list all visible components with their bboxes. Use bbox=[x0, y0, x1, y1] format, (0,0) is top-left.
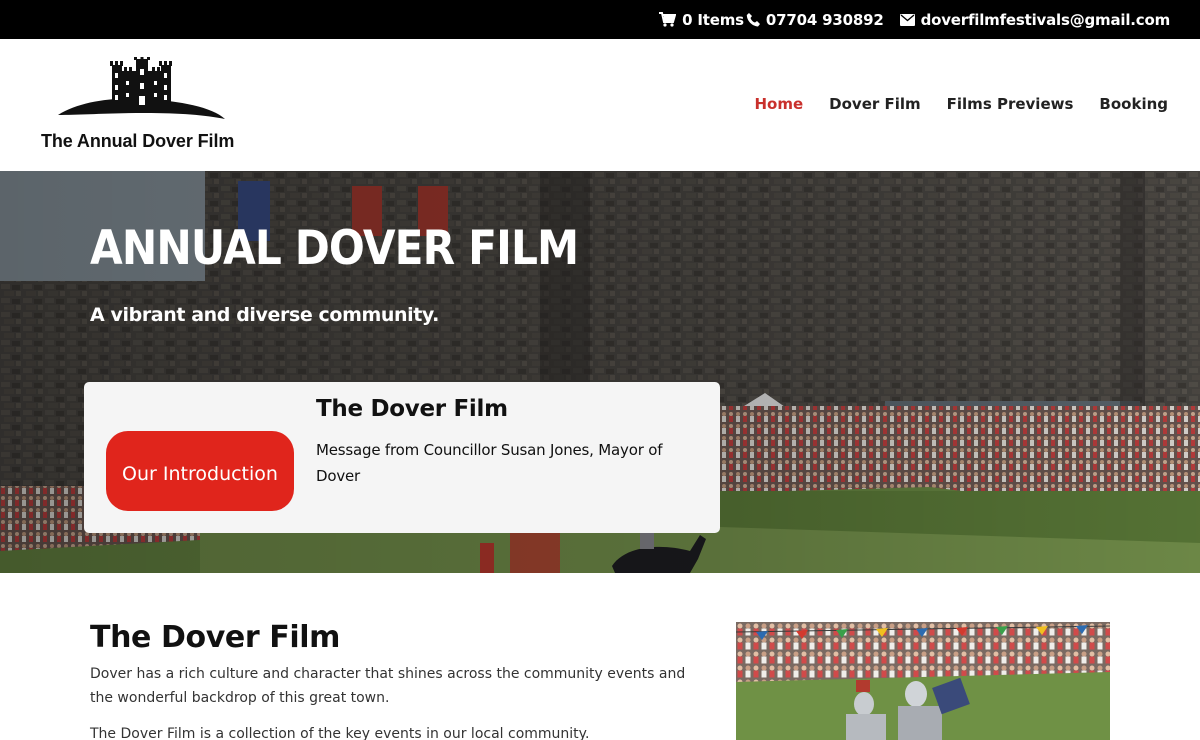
nav-item-booking[interactable]: Booking bbox=[1099, 95, 1168, 113]
phone-icon bbox=[746, 13, 760, 27]
intro-card: Our Introduction The Dover Film Message … bbox=[84, 382, 720, 533]
email-link[interactable]: doverfilmfestivals@gmail.com bbox=[899, 10, 1171, 29]
section-paragraph-1: Dover has a rich culture and character t… bbox=[90, 666, 686, 706]
hero-title: ANNUAL DOVER FILM bbox=[90, 221, 579, 276]
jousting-photo-image bbox=[736, 622, 1110, 740]
site-header: The Annual Dover Film Home Dover Film Fi… bbox=[0, 39, 1200, 171]
nav-item-dover-film[interactable]: Dover Film bbox=[829, 95, 921, 113]
section-paragraph-2: The Dover Film is a collection of the ke… bbox=[90, 726, 590, 740]
hero-section: ANNUAL DOVER FILM A vibrant and diverse … bbox=[0, 171, 1200, 573]
castle-icon bbox=[58, 57, 225, 119]
hero-subtitle: A vibrant and diverse community. bbox=[90, 304, 439, 326]
site-logo[interactable]: The Annual Dover Film bbox=[40, 57, 245, 157]
cart-link[interactable]: 0 Items bbox=[659, 11, 744, 29]
top-bar: 0 Items 07704 930892 doverfilmfestivals@… bbox=[0, 0, 1200, 39]
section-title: The Dover Film bbox=[90, 620, 340, 655]
envelope-icon bbox=[899, 13, 915, 26]
nav-item-home[interactable]: Home bbox=[754, 95, 803, 113]
nav-item-films-previews[interactable]: Films Previews bbox=[947, 95, 1074, 113]
logo-text: The Annual Dover Film bbox=[41, 131, 235, 151]
cart-icon bbox=[659, 12, 677, 27]
jousting-photo bbox=[736, 622, 1110, 740]
phone-link[interactable]: 07704 930892 bbox=[746, 11, 884, 29]
intro-card-title: The Dover Film bbox=[316, 396, 508, 422]
cart-label: 0 Items bbox=[682, 10, 744, 29]
phone-number: 07704 930892 bbox=[765, 10, 884, 29]
top-bar-contacts: 0 Items 07704 930892 doverfilmfestivals@… bbox=[659, 0, 1170, 39]
our-introduction-button[interactable]: Our Introduction bbox=[106, 431, 294, 511]
main-nav: Home Dover Film Films Previews Booking bbox=[728, 95, 1168, 113]
intro-card-text: Message from Councillor Susan Jones, May… bbox=[316, 441, 663, 485]
email-address: doverfilmfestivals@gmail.com bbox=[920, 10, 1171, 29]
